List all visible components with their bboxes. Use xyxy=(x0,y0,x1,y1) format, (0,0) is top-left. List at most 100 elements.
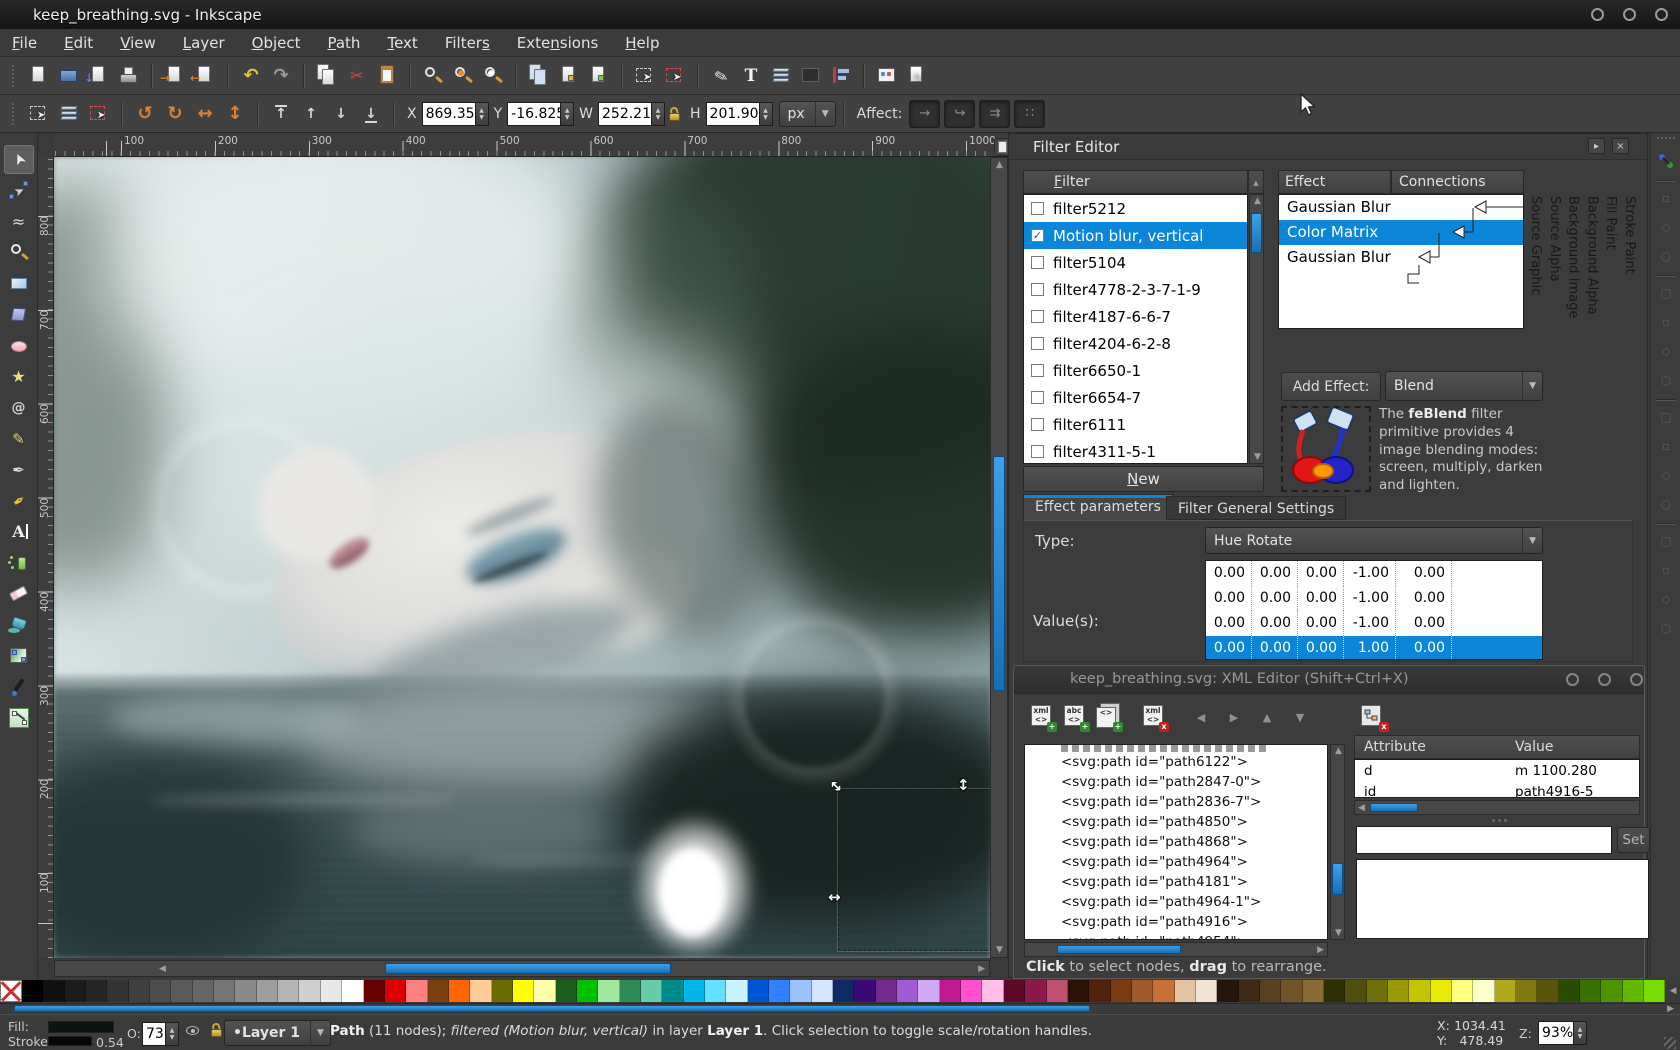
palette-swatch[interactable] xyxy=(1303,980,1324,1002)
matrix-row[interactable]: 0.000.000.00-1.000.00 xyxy=(1206,586,1542,611)
xml-node-row[interactable]: <svg:path id="path2836-7"> xyxy=(1025,792,1327,812)
raise-icon[interactable]: ↑ xyxy=(298,100,324,128)
text-tool[interactable]: A xyxy=(4,517,34,546)
xml-node-row[interactable]: <svg:path id="path4181"> xyxy=(1025,872,1327,892)
menu-filters[interactable]: Filters xyxy=(445,34,490,52)
palette-swatch[interactable] xyxy=(1068,980,1089,1002)
menu-path[interactable]: Path xyxy=(327,34,360,52)
palette-swatch[interactable] xyxy=(1559,980,1580,1002)
palette-swatch[interactable] xyxy=(1132,980,1153,1002)
tweak-tool[interactable]: ≈ xyxy=(4,207,34,236)
duplicate-node-icon[interactable]: <>+ xyxy=(1094,702,1124,732)
add-effect-dropdown[interactable]: Blend▼ xyxy=(1385,371,1543,401)
palette-swatch[interactable] xyxy=(790,980,811,1002)
checkbox-icon[interactable] xyxy=(1031,418,1044,431)
palette-swatch[interactable] xyxy=(321,980,342,1002)
palette-swatch[interactable] xyxy=(1345,980,1366,1002)
scale-handle-horizontal-icon[interactable]: ↔ xyxy=(828,888,841,906)
node-up-icon[interactable]: ▲ xyxy=(1252,702,1282,732)
palette-swatch[interactable] xyxy=(1473,980,1494,1002)
lower-icon[interactable]: ↓ xyxy=(328,100,354,128)
palette-swatch[interactable] xyxy=(1388,980,1409,1002)
palette-scroll-left-icon[interactable]: ◀ xyxy=(1665,980,1680,1002)
star-tool[interactable]: ★ xyxy=(4,362,34,391)
new-element-node-icon[interactable]: xml<>+ xyxy=(1028,702,1058,732)
palette-swatch[interactable] xyxy=(1153,980,1174,1002)
palette-swatch[interactable] xyxy=(769,980,790,1002)
matrix-value[interactable]: 0.00 xyxy=(1206,586,1252,611)
menu-file[interactable]: File xyxy=(12,34,37,52)
checkbox-icon[interactable] xyxy=(1031,364,1044,377)
connection-graph[interactable] xyxy=(1279,195,1525,328)
matrix-value[interactable]: 0.00 xyxy=(1298,561,1344,586)
palette-swatch[interactable] xyxy=(107,980,128,1002)
fill-color-swatch[interactable] xyxy=(48,1021,114,1033)
snap-path-intersections-icon[interactable]: ◇ xyxy=(1654,339,1678,363)
palette-swatch[interactable] xyxy=(1047,980,1068,1002)
palette-swatch[interactable] xyxy=(1409,980,1430,1002)
xml-tree-vertical-scrollbar[interactable]: ▲ ▼ xyxy=(1330,744,1345,940)
tab-filter-general-settings[interactable]: Filter General Settings xyxy=(1166,496,1346,520)
eraser-tool[interactable] xyxy=(4,579,34,608)
palette-swatch[interactable] xyxy=(150,980,171,1002)
opacity-spinner[interactable]: 73 ▲▼ xyxy=(142,1022,179,1046)
deselect-icon[interactable]: ➤ xyxy=(662,62,688,90)
matrix-value[interactable]: -1.00 xyxy=(1344,586,1396,611)
undo-icon[interactable]: ↶ xyxy=(238,62,264,90)
snap-bbox-icon[interactable]: ▫ xyxy=(1654,186,1678,210)
checkbox-icon[interactable] xyxy=(1031,391,1044,404)
affect-rotate-icon[interactable]: ↪ xyxy=(944,100,975,128)
layer-dropdown[interactable]: •Layer 1 ▼ xyxy=(224,1020,331,1046)
y-coordinate-spinner[interactable]: -16.825▲▼ xyxy=(507,102,574,126)
menu-view[interactable]: View xyxy=(120,34,156,52)
xml-node-row[interactable]: <svg:path id="path4916"> xyxy=(1025,912,1327,932)
print-icon[interactable] xyxy=(116,62,142,90)
menu-object[interactable]: Object xyxy=(252,34,301,52)
affect-scale-icon[interactable]: ⇉ xyxy=(979,100,1010,128)
snap-object-centers-icon[interactable]: ◇ xyxy=(1654,463,1678,487)
layer-lock-icon[interactable] xyxy=(211,1023,223,1037)
palette-swatch[interactable] xyxy=(406,980,427,1002)
node-tool[interactable]: ➤ xyxy=(4,176,34,205)
panel-close-button[interactable]: × xyxy=(1612,138,1629,154)
type-dropdown[interactable]: Hue Rotate▼ xyxy=(1205,527,1543,554)
palette-swatch[interactable] xyxy=(641,980,662,1002)
palette-swatch[interactable] xyxy=(556,980,577,1002)
export-icon[interactable]: ← xyxy=(192,62,218,90)
snap-bbox-edges-icon[interactable]: ◇ xyxy=(1654,215,1678,239)
flip-horizontal-icon[interactable]: ↔ xyxy=(192,100,218,128)
palette-swatch[interactable] xyxy=(598,980,619,1002)
palette-swatch[interactable] xyxy=(1025,980,1046,1002)
color-matrix-values[interactable]: 0.000.000.00-1.000.000.000.000.00-1.000.… xyxy=(1205,560,1543,660)
stroke-width-value[interactable]: 0.54 xyxy=(96,1035,124,1050)
spiral-tool[interactable]: @ xyxy=(4,393,34,422)
palette-swatch[interactable] xyxy=(129,980,150,1002)
splitter-handle[interactable] xyxy=(1482,816,1516,824)
menu-layer[interactable]: Layer xyxy=(183,34,225,52)
duplicate-icon[interactable] xyxy=(526,62,552,90)
palette-swatch[interactable] xyxy=(918,980,939,1002)
palette-swatch[interactable] xyxy=(257,980,278,1002)
zoom-drawing-icon[interactable] xyxy=(450,62,476,90)
effect-column-header[interactable]: Effect xyxy=(1278,170,1391,194)
matrix-value[interactable]: 0.00 xyxy=(1396,636,1452,660)
affect-move-icon[interactable]: → xyxy=(909,100,940,128)
width-spinner[interactable]: 252.214▲▼ xyxy=(598,102,665,126)
palette-swatch[interactable] xyxy=(1111,980,1132,1002)
filter-list-scrollbar[interactable]: ▲ ▼ xyxy=(1249,194,1264,464)
palette-swatch[interactable] xyxy=(1452,980,1473,1002)
palette-swatch[interactable] xyxy=(1537,980,1558,1002)
filter-list-header[interactable]: Filter xyxy=(1023,170,1248,194)
text-dialog-icon[interactable]: T xyxy=(738,62,764,90)
checkbox-icon[interactable] xyxy=(1031,202,1044,215)
palette-swatch[interactable] xyxy=(1601,980,1622,1002)
snap-rotation-centers-icon[interactable]: ○ xyxy=(1654,492,1678,516)
xml-tree-horizontal-scrollbar[interactable]: ▶ xyxy=(1024,942,1328,957)
select-all-icon[interactable]: ➤ xyxy=(632,62,658,90)
matrix-value[interactable]: 0.00 xyxy=(1396,586,1452,611)
toolbar-grip[interactable] xyxy=(1657,137,1675,142)
palette-swatch[interactable] xyxy=(214,980,235,1002)
horizontal-ruler[interactable]: 1002003004005006007008009001000 xyxy=(54,133,1008,157)
unlink-clone-icon[interactable] xyxy=(586,62,612,90)
selection-rectangle[interactable]: ↔ ↕ ↔ xyxy=(838,789,990,951)
